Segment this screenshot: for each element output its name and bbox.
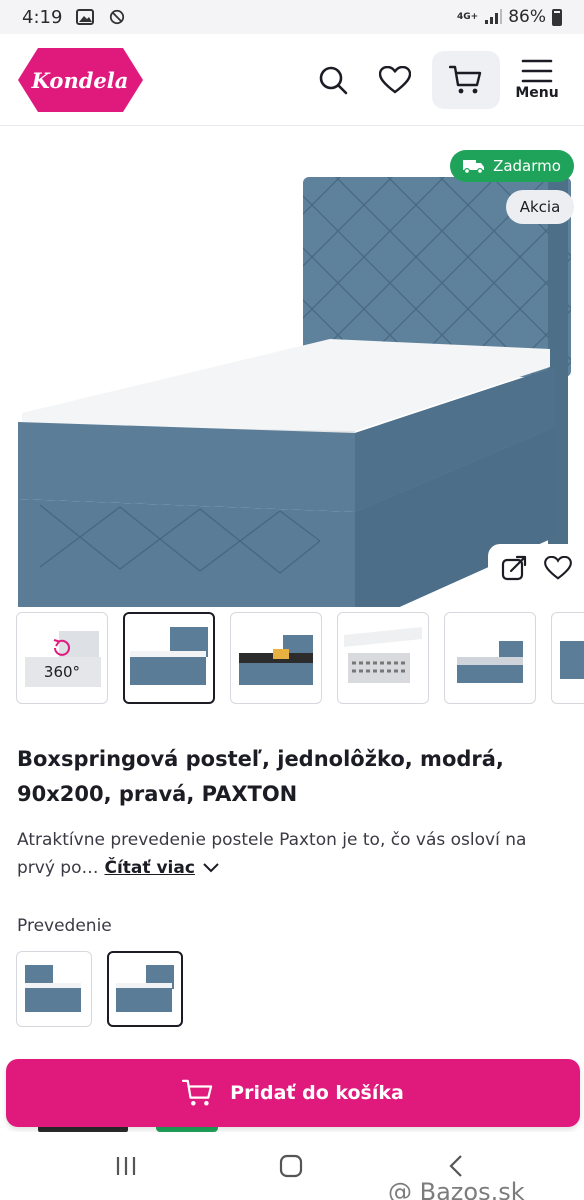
home-icon [279, 1154, 303, 1178]
hamburger-icon [521, 59, 553, 82]
blocked-notification-icon [110, 9, 125, 25]
thumbnail-bed-side[interactable] [551, 612, 584, 704]
variant-label: Prevedenie [17, 916, 112, 936]
thumbnail-bed-room[interactable] [230, 612, 322, 704]
thumbnail-spring-detail[interactable] [337, 612, 429, 704]
menu-button[interactable]: Menu [506, 49, 568, 111]
thumbnail-bed-front[interactable] [123, 612, 215, 704]
image-wishlist-button[interactable] [544, 555, 572, 584]
status-bar: 4:19 4G+ 86% [0, 0, 584, 34]
status-time: 4:19 [22, 6, 63, 28]
cart-icon [449, 65, 482, 93]
bed-thumbnail [560, 641, 584, 679]
free-delivery-badge: Zadarmo [450, 150, 574, 182]
share-icon [501, 555, 527, 581]
cart-button[interactable] [432, 50, 500, 109]
battery-icon [552, 8, 562, 26]
sale-badge: Akcia [506, 190, 574, 224]
search-icon [319, 66, 348, 94]
thumbnail-360[interactable]: 360° [16, 612, 108, 704]
product-description: Atraktívne prevedenie postele Paxton je … [17, 826, 569, 882]
recent-apps-icon [116, 1157, 136, 1175]
truck-icon [463, 160, 485, 174]
bed-thumbnail [457, 641, 523, 683]
recent-apps-button[interactable] [106, 1146, 146, 1186]
logo-text: Kondela [31, 68, 129, 93]
product-description-text: Atraktívne prevedenie postele Paxton je … [17, 830, 527, 878]
share-button[interactable] [500, 554, 528, 586]
variant-right[interactable] [107, 951, 183, 1027]
add-to-cart-button[interactable]: Pridať do košíka [6, 1059, 580, 1127]
gallery-notification-icon [76, 9, 95, 25]
watermark: @ Bazos.sk [388, 1178, 525, 1200]
chevron-down-icon [203, 863, 219, 873]
heart-icon [379, 65, 411, 93]
product-main-image[interactable] [0, 127, 584, 607]
bed-thumbnail [239, 635, 313, 685]
back-icon [449, 1155, 462, 1177]
signal-icon [485, 9, 503, 24]
rotate-icon [53, 639, 70, 656]
bed-thumbnail [25, 965, 81, 1012]
bed-image [18, 177, 571, 607]
cart-icon [182, 1079, 213, 1106]
add-to-cart-label: Pridať do košíka [230, 1082, 404, 1104]
sale-badge-label: Akcia [519, 198, 561, 216]
bed-thumbnail [130, 627, 208, 685]
battery-percent: 86% [508, 7, 546, 27]
variant-options [16, 951, 183, 1027]
home-button[interactable] [271, 1146, 311, 1186]
image-actions [488, 544, 584, 596]
menu-label: Menu [515, 84, 559, 101]
read-more-link[interactable]: Čítať viac [105, 858, 195, 878]
thumbnail-strip: 360° [16, 612, 584, 706]
thumbnail-360-label: 360° [43, 663, 81, 681]
search-button[interactable] [302, 49, 364, 111]
network-type: 4G+ [457, 11, 479, 22]
site-header: Kondela Menu [0, 34, 584, 126]
product-title: Boxspringová posteľ, jednolôžko, modrá, … [17, 747, 504, 806]
wishlist-button[interactable] [364, 49, 426, 111]
kondela-logo[interactable]: Kondela [16, 46, 145, 114]
heart-icon [544, 555, 572, 580]
free-delivery-label: Zadarmo [493, 157, 561, 175]
spring-thumbnail [344, 627, 422, 683]
bed-thumbnail [116, 965, 174, 1012]
thumbnail-kids-room[interactable] [444, 612, 536, 704]
variant-left[interactable] [16, 951, 92, 1027]
